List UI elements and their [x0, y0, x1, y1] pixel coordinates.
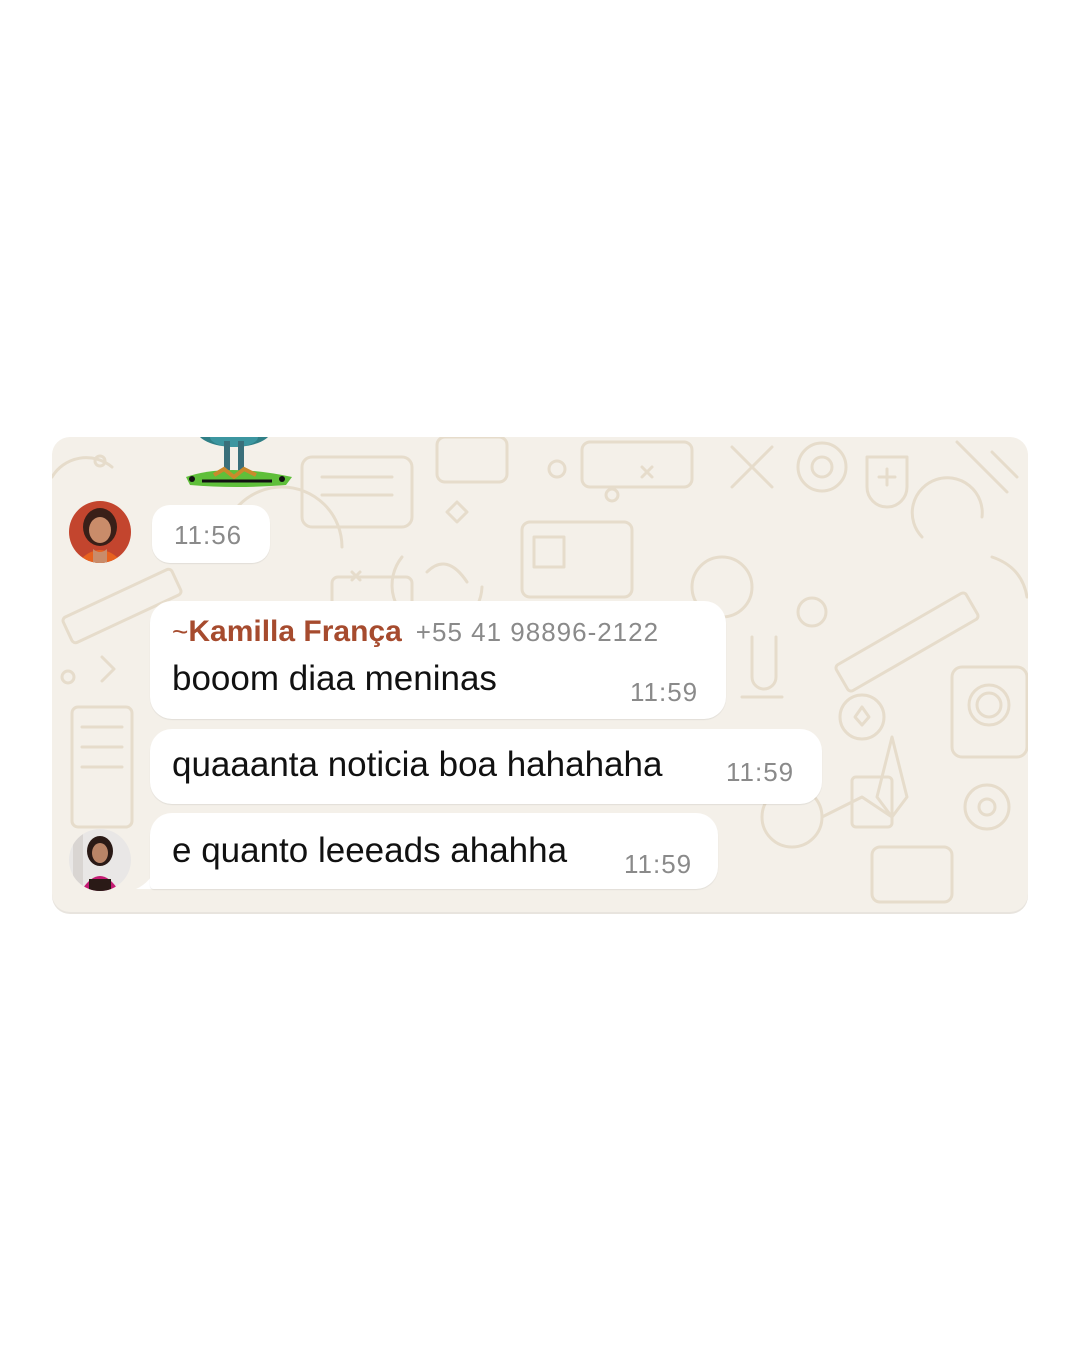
profile-photo-icon — [69, 829, 131, 891]
message-bubble[interactable]: quaaanta noticia boa hahahaha 11:59 — [150, 729, 822, 804]
message-time: 11:56 — [174, 520, 243, 550]
sticker-image[interactable] — [172, 437, 302, 493]
message-time: 11:59 — [630, 677, 699, 707]
message-time: 11:59 — [726, 757, 795, 787]
avatar[interactable] — [69, 829, 131, 891]
sender-header: ~Kamilla França +55 41 98896-2122 — [172, 615, 659, 649]
chat-window: 11:56 ~Kamilla França +55 41 98896-2122 b… — [52, 437, 1028, 912]
message-bubble[interactable]: e quanto leeeads ahahha 11:59 — [150, 813, 718, 889]
avatar[interactable] — [69, 501, 131, 563]
sender-phone: +55 41 98896-2122 — [415, 617, 660, 647]
profile-photo-icon — [69, 501, 131, 563]
message-text: e quanto leeeads ahahha — [172, 831, 568, 870]
message-time: 11:59 — [624, 849, 693, 879]
sender-name[interactable]: Kamilla França — [188, 615, 401, 648]
message-text: quaaanta noticia boa hahahaha — [172, 745, 663, 784]
message-bubble[interactable]: ~Kamilla França +55 41 98896-2122 booom d… — [150, 601, 726, 719]
sender-tilde: ~ — [172, 616, 189, 647]
message-text: booom diaa meninas — [172, 659, 497, 698]
sticker-timestamp-bubble: 11:56 — [152, 505, 270, 563]
